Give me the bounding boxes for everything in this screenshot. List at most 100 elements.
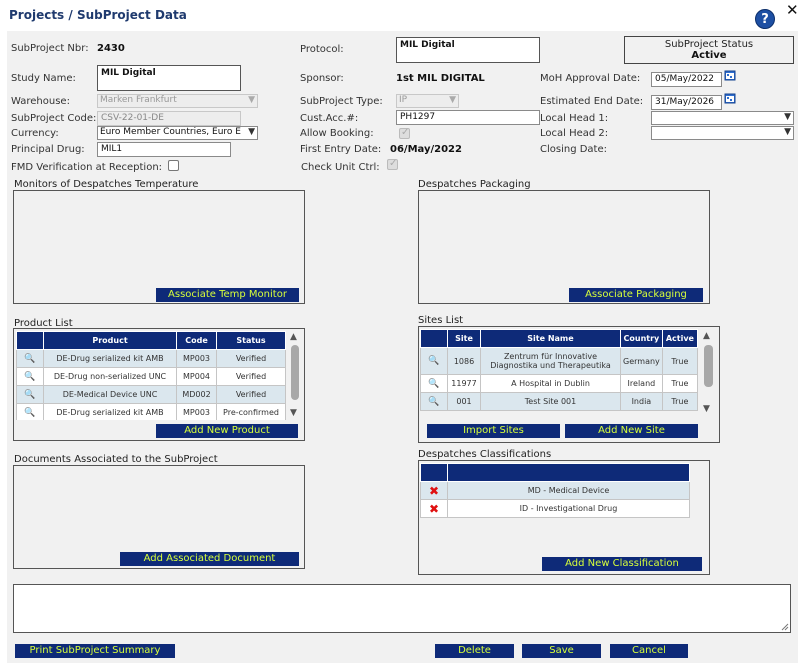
site-column-header: Site <box>447 329 481 348</box>
packaging-section-title: Despatches Packaging <box>418 179 531 190</box>
scrollbar-thumb[interactable] <box>291 345 299 400</box>
status-column-header: Status <box>216 331 286 350</box>
subproject-type-label: SubProject Type: <box>300 96 383 107</box>
local-head-1-label: Local Head 1: <box>540 113 609 124</box>
import-sites-button[interactable]: Import Sites <box>427 424 560 438</box>
product-column-header: Product <box>43 331 177 350</box>
scroll-down-icon[interactable]: ▼ <box>703 405 710 414</box>
add-associated-document-button[interactable]: Add Associated Document <box>120 552 299 566</box>
sponsor-label: Sponsor: <box>300 73 344 84</box>
associate-packaging-button[interactable]: Associate Packaging <box>569 288 703 302</box>
associate-temp-monitor-button[interactable]: Associate Temp Monitor <box>156 288 299 302</box>
help-icon[interactable]: ? <box>755 9 775 29</box>
product-list-scrollbar[interactable]: ▲ ▼ <box>289 331 301 420</box>
principal-drug-label: Principal Drug: <box>11 144 85 155</box>
add-new-product-button[interactable]: Add New Product <box>156 424 298 438</box>
classifications-table-wrap: ✖ MD - Medical Device ✖ ID - Investigati… <box>420 463 690 518</box>
cust-acc-input[interactable]: PH1297 <box>396 110 540 125</box>
scroll-up-icon[interactable]: ▲ <box>703 332 710 341</box>
estimated-end-date-input[interactable]: 31/May/2026 <box>651 95 722 110</box>
table-row: ✖ MD - Medical Device <box>420 481 690 500</box>
cust-acc-label: Cust.Acc.#: <box>300 113 359 124</box>
active-cell: True <box>661 347 698 375</box>
site-cell: 1086 <box>447 347 481 375</box>
table-row[interactable]: 🔍 1086 Zentrum für Innovative Diagnostik… <box>420 347 698 375</box>
calendar-icon-end-date[interactable] <box>724 92 736 104</box>
warehouse-select[interactable]: Marken Frankfurt ▼ <box>97 94 258 108</box>
chevron-down-icon: ▼ <box>248 95 255 105</box>
notes-textarea[interactable] <box>13 584 791 633</box>
classification-name-header <box>447 463 690 482</box>
resize-handle-icon[interactable] <box>781 623 789 631</box>
allow-booking-checkbox[interactable] <box>399 127 410 139</box>
add-new-site-button[interactable]: Add New Site <box>565 424 698 438</box>
delete-button[interactable]: Delete <box>435 644 514 658</box>
subproject-nbr-value: 2430 <box>97 43 125 54</box>
principal-drug-input[interactable]: MIL1 <box>97 142 231 157</box>
protocol-textarea[interactable]: MIL Digital <box>396 37 540 63</box>
product-cell: DE-Drug non-serialized UNC <box>43 367 177 386</box>
subproject-type-select[interactable]: IP ▼ <box>396 94 459 108</box>
site-cell: 11977 <box>447 374 481 393</box>
chevron-down-icon: ▼ <box>784 112 791 122</box>
subproject-code-input[interactable]: CSV-22-01-DE <box>97 111 241 126</box>
active-column-header: Active <box>661 329 698 348</box>
site-name-cell: Zentrum für Innovative Diagnostika und T… <box>480 347 621 375</box>
check-unit-ctrl-label: Check Unit Ctrl: <box>301 162 380 173</box>
magnifier-icon[interactable]: 🔍 <box>420 392 448 411</box>
country-column-header: Country <box>620 329 663 348</box>
close-icon[interactable]: ✕ <box>786 3 799 18</box>
code-cell: MP003 <box>176 403 217 420</box>
fmd-verification-checkbox[interactable] <box>168 160 179 171</box>
magnifier-icon[interactable]: 🔍 <box>420 347 448 375</box>
delete-icon[interactable]: ✖ <box>420 481 448 500</box>
status-title: SubProject Status <box>664 39 754 50</box>
scroll-down-icon[interactable]: ▼ <box>290 409 297 418</box>
table-row[interactable]: 🔍 DE-Drug serialized kit AMB MP003 Verif… <box>16 349 286 368</box>
subproject-nbr-label: SubProject Nbr: <box>11 43 89 54</box>
print-subproject-summary-button[interactable]: Print SubProject Summary <box>15 644 175 658</box>
check-unit-ctrl-checkbox[interactable] <box>387 158 398 170</box>
study-name-textarea[interactable]: MIL Digital <box>97 65 241 91</box>
scroll-up-icon[interactable]: ▲ <box>290 333 297 342</box>
product-table: Product Code Status 🔍 DE-Drug serialized… <box>16 331 286 420</box>
magnifier-icon[interactable]: 🔍 <box>420 374 448 393</box>
local-head-2-label: Local Head 2: <box>540 128 609 139</box>
code-column-header: Code <box>176 331 217 350</box>
sites-table-icon-header <box>420 329 448 348</box>
product-table-icon-header <box>16 331 44 350</box>
scrollbar-thumb[interactable] <box>704 345 713 387</box>
table-row[interactable]: 🔍 DE-Drug serialized kit AMB MP003 Pre-c… <box>16 403 286 420</box>
cancel-button[interactable]: Cancel <box>610 644 688 658</box>
table-row[interactable]: 🔍 DE-Medical Device UNC MD002 Verified <box>16 385 286 404</box>
magnifier-icon[interactable]: 🔍 <box>16 367 44 386</box>
table-row[interactable]: 🔍 001 Test Site 001 India True <box>420 392 698 411</box>
status-cell: Verified <box>216 349 286 368</box>
currency-label: Currency: <box>11 128 59 139</box>
product-table-viewport: Product Code Status 🔍 DE-Drug serialized… <box>16 331 286 420</box>
subproject-type-value: IP <box>399 95 408 105</box>
moh-approval-date-input[interactable]: 05/May/2022 <box>651 72 722 87</box>
window-title: Projects / SubProject Data <box>9 8 187 22</box>
code-cell: MP003 <box>176 349 217 368</box>
delete-icon[interactable]: ✖ <box>420 499 448 518</box>
status-value: Active <box>691 50 727 61</box>
save-button[interactable]: Save <box>522 644 601 658</box>
table-row[interactable]: 🔍 11977 A Hospital in Dublin Ireland Tru… <box>420 374 698 393</box>
table-row[interactable]: 🔍 DE-Drug non-serialized UNC MP004 Verif… <box>16 367 286 386</box>
magnifier-icon[interactable]: 🔍 <box>16 349 44 368</box>
sites-list-scrollbar[interactable]: ▲ ▼ <box>702 329 715 415</box>
magnifier-icon[interactable]: 🔍 <box>16 385 44 404</box>
magnifier-icon[interactable]: 🔍 <box>16 403 44 420</box>
fmd-verification-label: FMD Verification at Reception: <box>11 162 163 173</box>
chevron-down-icon: ▼ <box>784 127 791 137</box>
currency-select[interactable]: Euro Member Countries, Euro E ▼ <box>97 126 258 140</box>
subproject-status-box: SubProject Status Active <box>624 36 794 64</box>
product-cell: DE-Drug serialized kit AMB <box>43 403 177 420</box>
add-new-classification-button[interactable]: Add New Classification <box>542 557 702 571</box>
calendar-icon-moh[interactable] <box>724 69 736 81</box>
local-head-2-select[interactable]: ▼ <box>651 126 794 140</box>
local-head-1-select[interactable]: ▼ <box>651 111 794 125</box>
site-name-cell: Test Site 001 <box>480 392 621 411</box>
classifications-section-title: Despatches Classifications <box>418 449 552 460</box>
